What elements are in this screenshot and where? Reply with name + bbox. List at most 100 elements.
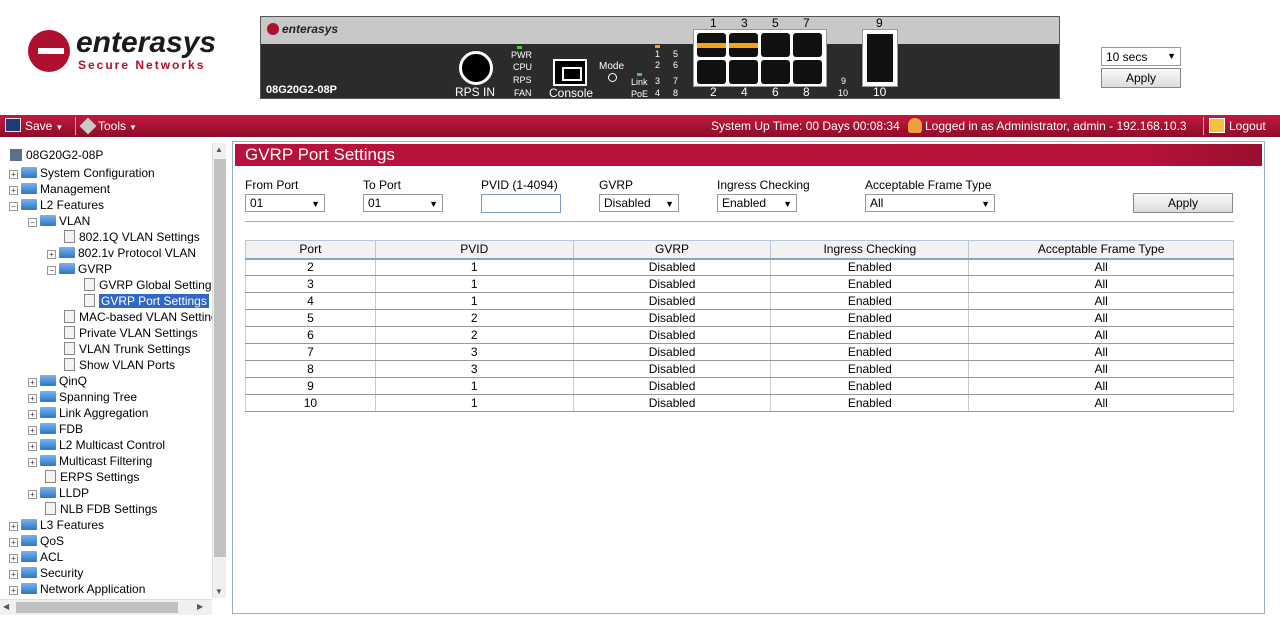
to-port-select[interactable]: 01	[363, 194, 443, 212]
tree-vertical-scrollbar[interactable]: ▲ ▼	[212, 143, 226, 598]
expand-icon[interactable]: +	[9, 186, 18, 195]
tree-item-multicast-filtering[interactable]: + Multicast Filtering	[28, 453, 152, 469]
expand-icon[interactable]: +	[9, 170, 18, 179]
cell-ingress: Enabled	[770, 343, 970, 361]
tree-item-gvrp[interactable]: − GVRP	[47, 261, 112, 277]
enterasys-logo: enterasys Secure Networks	[28, 26, 238, 78]
led-number: 1	[655, 49, 661, 59]
scroll-right-icon[interactable]: ▶	[197, 602, 203, 611]
tree-item-l2-features[interactable]: − L2 Features	[9, 197, 104, 213]
tree-item-security[interactable]: + Security	[9, 565, 83, 581]
tree-item-gvrp-port-settings[interactable]: GVRP Port Settings	[84, 293, 209, 309]
expand-icon[interactable]: +	[28, 490, 37, 499]
folder-icon	[40, 375, 56, 386]
cell-gvrp: Disabled	[572, 377, 772, 395]
tree-item-l2-multicast-control[interactable]: + L2 Multicast Control	[28, 437, 165, 453]
collapse-icon[interactable]: −	[47, 266, 56, 275]
pvid-input[interactable]	[481, 194, 561, 213]
tree-item-vlan-trunk-settings[interactable]: VLAN Trunk Settings	[64, 341, 190, 357]
collapse-icon[interactable]: −	[28, 218, 37, 227]
expand-icon[interactable]: +	[28, 458, 37, 467]
tree-item-qinq[interactable]: + QinQ	[28, 373, 87, 389]
expand-icon[interactable]: +	[28, 378, 37, 387]
port-3-icon[interactable]	[729, 33, 758, 57]
expand-icon[interactable]: +	[9, 586, 18, 595]
tree-item-qos[interactable]: + QoS	[9, 533, 64, 549]
tree-item-nlb-fdb-settings[interactable]: NLB FDB Settings	[45, 501, 157, 517]
scroll-thumb[interactable]	[16, 602, 178, 613]
from-port-select[interactable]: 01	[245, 194, 325, 212]
port-8-icon[interactable]	[793, 60, 822, 84]
tree-item-link-aggregation[interactable]: + Link Aggregation	[28, 405, 148, 421]
cell-port: 4	[245, 292, 376, 310]
save-menu[interactable]: Save ▼	[5, 118, 63, 135]
link-led-icon	[637, 73, 642, 76]
cell-frame-type: All	[968, 309, 1234, 327]
expand-icon[interactable]: +	[9, 522, 18, 531]
scroll-down-icon[interactable]: ▼	[215, 587, 223, 596]
tree-item-acl[interactable]: + ACL	[9, 549, 63, 565]
tree-item-mac-based-vlan-settings[interactable]: MAC-based VLAN Settings	[64, 309, 212, 325]
column-header-gvrp: GVRP	[572, 240, 772, 260]
tree-horizontal-scrollbar[interactable]: ◀ ▶	[0, 599, 212, 615]
expand-icon[interactable]: +	[28, 394, 37, 403]
port-6-icon[interactable]	[761, 60, 790, 84]
tree-item-network-application[interactable]: + Network Application	[9, 581, 145, 597]
switch-icon	[10, 149, 22, 161]
port-5-icon[interactable]	[761, 33, 790, 57]
expand-icon[interactable]: +	[9, 554, 18, 563]
tree-item-erps-settings[interactable]: ERPS Settings	[45, 469, 139, 485]
led-number: 9	[841, 76, 847, 86]
port-1-icon[interactable]	[697, 33, 726, 57]
expand-icon[interactable]: +	[9, 570, 18, 579]
cell-pvid: 3	[374, 360, 574, 378]
port-7-icon[interactable]	[793, 33, 822, 57]
expand-icon[interactable]: +	[9, 538, 18, 547]
collapse-icon[interactable]: −	[9, 202, 18, 211]
tree-item-l3-features[interactable]: + L3 Features	[9, 517, 104, 533]
refresh-apply-button[interactable]: Apply	[1101, 68, 1181, 88]
scroll-left-icon[interactable]: ◀	[3, 602, 9, 611]
tree-item-private-vlan-settings[interactable]: Private VLAN Settings	[64, 325, 198, 341]
folder-icon	[21, 167, 37, 178]
tree-item-vlan[interactable]: − VLAN	[28, 213, 90, 229]
cell-port: 6	[245, 326, 376, 344]
tools-menu[interactable]: Tools ▼	[79, 117, 137, 135]
tree-item-show-vlan-ports[interactable]: Show VLAN Ports	[64, 357, 175, 373]
tree-root[interactable]: 08G20G2-08P	[10, 147, 103, 163]
sfp-port-block	[862, 29, 898, 87]
port-4-icon[interactable]	[729, 60, 758, 84]
logout-button[interactable]: Logout	[1209, 118, 1266, 135]
tree-item-lldp[interactable]: + LLDP	[28, 485, 89, 501]
tree-item-gvrp-global-settings[interactable]: GVRP Global Settings	[84, 277, 212, 293]
tree-item-8021v-protocol-vlan[interactable]: +802.1v Protocol VLAN	[47, 245, 196, 261]
gvrp-select[interactable]: Disabled	[599, 194, 679, 212]
scroll-thumb[interactable]	[214, 159, 226, 557]
tree-item-spanning-tree[interactable]: + Spanning Tree	[28, 389, 137, 405]
folder-icon	[21, 183, 37, 194]
tree-item-system-configuration[interactable]: + System Configuration	[9, 165, 155, 181]
ingress-checking-select[interactable]: Enabled	[717, 194, 797, 212]
cell-frame-type: All	[968, 343, 1234, 361]
expand-icon[interactable]: +	[47, 250, 56, 259]
table-row: 7 3 Disabled Enabled All	[245, 343, 1234, 361]
table-row: 5 2 Disabled Enabled All	[245, 309, 1234, 327]
refresh-interval-select[interactable]: 10 secs	[1101, 47, 1181, 66]
cell-pvid: 3	[374, 343, 574, 361]
port-2-icon[interactable]	[697, 60, 726, 84]
tree-item-8021q-vlan-settings[interactable]: 802.1Q VLAN Settings	[64, 229, 200, 245]
expand-icon[interactable]: +	[28, 426, 37, 435]
apply-button[interactable]: Apply	[1133, 193, 1233, 213]
table-row: 4 1 Disabled Enabled All	[245, 292, 1234, 310]
expand-icon[interactable]: +	[28, 410, 37, 419]
tree-item-management[interactable]: + Management	[9, 181, 110, 197]
tree-item-fdb[interactable]: + FDB	[28, 421, 83, 437]
column-header-acceptable-frame-type: Acceptable Frame Type	[968, 240, 1234, 260]
acceptable-frame-type-select[interactable]: All	[865, 194, 995, 212]
toolbar: Save ▼ Tools ▼ System Up Time: 00 Days 00:…	[0, 115, 1280, 137]
folder-open-icon	[21, 199, 37, 210]
scroll-up-icon[interactable]: ▲	[215, 145, 223, 154]
expand-icon[interactable]: +	[28, 442, 37, 451]
page-icon	[84, 294, 95, 307]
sfp-port-icon[interactable]	[867, 34, 893, 82]
